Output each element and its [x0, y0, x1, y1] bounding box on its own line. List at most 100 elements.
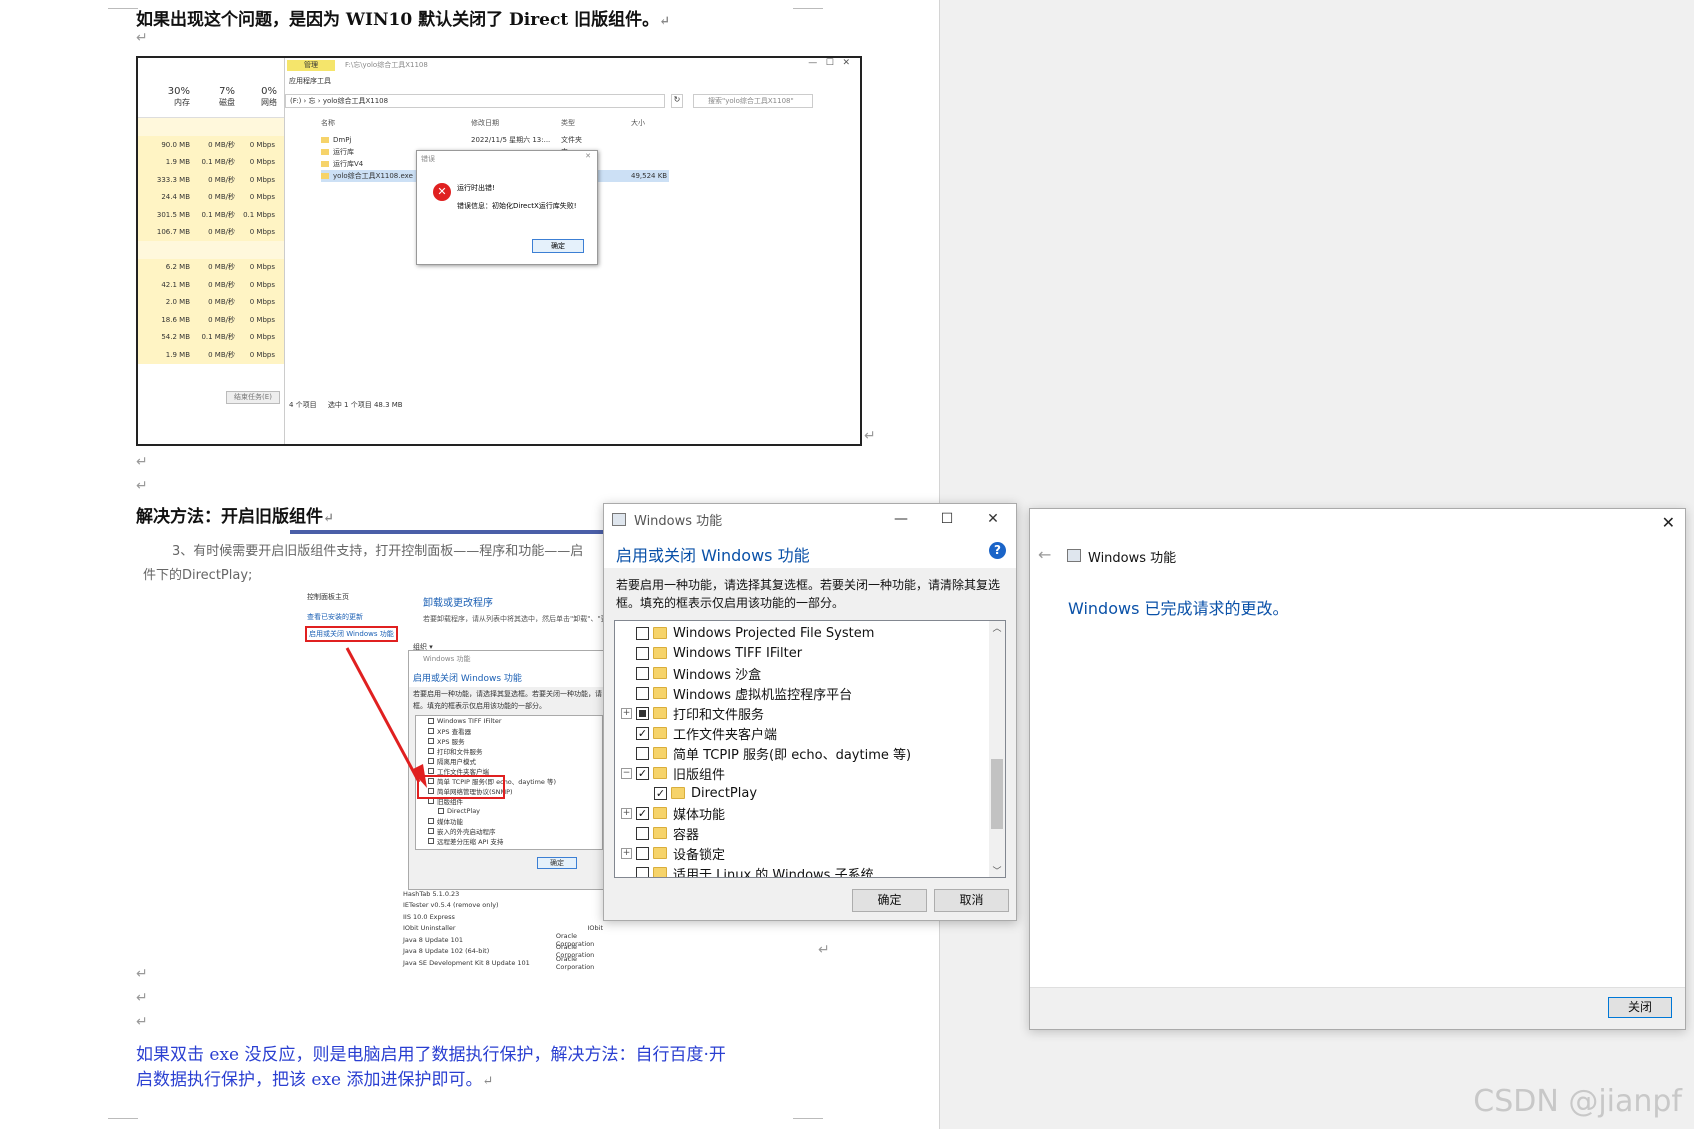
close-icon[interactable]: ✕: [1662, 513, 1675, 532]
feature-checkbox[interactable]: [636, 666, 649, 680]
back-arrow-icon[interactable]: ←: [1038, 545, 1051, 564]
tm-row[interactable]: 54.2 MB 0.1 MB/秒 0 Mbps: [138, 328, 284, 346]
folder-icon: [653, 687, 667, 699]
tm-row[interactable]: 6.2 MB 0 MB/秒 0 Mbps: [138, 258, 284, 276]
feature-item[interactable]: + 打印和文件服务: [615, 703, 985, 723]
feature-item[interactable]: Windows TIFF IFilter: [615, 643, 985, 663]
feature-checkbox[interactable]: [636, 826, 649, 840]
close-icon[interactable]: ✕: [585, 152, 591, 160]
folder-icon: [653, 747, 667, 759]
feature-label: 工作文件夹客户端: [673, 727, 778, 743]
tm-row[interactable]: 2.0 MB 0 MB/秒 0 Mbps: [138, 293, 284, 311]
feature-item[interactable]: 适用于 Linux 的 Windows 子系统: [615, 863, 985, 877]
file-row[interactable]: DmPj 2022/11/5 星期六 13:... 文件夹: [321, 134, 669, 146]
end-task-button[interactable]: 结束任务(E): [226, 391, 280, 404]
feature-label: Windows 虚拟机监控程序平台: [673, 687, 853, 703]
feature-item[interactable]: + 设备锁定: [615, 843, 985, 863]
tm-row[interactable]: 24.4 MB 0 MB/秒 0 Mbps: [138, 188, 284, 206]
feature-item[interactable]: Windows 沙盒: [615, 663, 985, 683]
window-controls[interactable]: — ☐ ✕: [808, 58, 850, 68]
tm-cell: 0 MB/秒: [208, 315, 235, 324]
completion-message: Windows 已完成请求的更改。: [1068, 599, 1289, 618]
solution-heading: 解决方法：开启旧版组件↵: [136, 507, 334, 527]
folder-icon: [321, 137, 329, 143]
program-publisher: Oracle Corporation: [555, 954, 595, 971]
paragraph-mark: ↵: [136, 30, 148, 46]
folder-icon: [653, 647, 667, 659]
feature-checkbox[interactable]: [636, 846, 649, 860]
tm-row[interactable]: 90.0 MB 0 MB/秒 0 Mbps: [138, 136, 284, 154]
tm-row[interactable]: [138, 241, 284, 259]
close-button[interactable]: ✕: [970, 511, 1016, 527]
tm-row[interactable]: 1.9 MB 0.1 MB/秒 0 Mbps: [138, 153, 284, 171]
feature-item[interactable]: + ✓ 媒体功能: [615, 803, 985, 823]
program-row[interactable]: IETester v0.5.4 (remove only): [403, 900, 603, 912]
tab-manage[interactable]: 管理: [287, 60, 335, 71]
tm-row[interactable]: 301.5 MB 0.1 MB/秒 0.1 Mbps: [138, 206, 284, 224]
search-input[interactable]: 搜索"yolo综合工具X1108": [693, 94, 813, 108]
tm-row[interactable]: 106.7 MB 0 MB/秒 0 Mbps: [138, 223, 284, 241]
collapse-icon[interactable]: −: [621, 767, 632, 779]
feature-checkbox[interactable]: [636, 746, 649, 760]
tab-apptools[interactable]: 应用程序工具: [289, 76, 331, 86]
feature-label: Windows Projected File System: [673, 625, 875, 641]
file-name: DmPj: [333, 136, 352, 144]
features-scrollbar[interactable]: ︿ ﹀: [989, 621, 1005, 877]
features-complete-dialog: ✕ ← Windows 功能 Windows 已完成请求的更改。 关闭: [1029, 508, 1686, 1030]
feature-checkbox[interactable]: [636, 626, 649, 640]
tm-row[interactable]: 42.1 MB 0 MB/秒 0 Mbps: [138, 276, 284, 294]
tm-cell: 0 MB/秒: [208, 193, 235, 202]
program-name: IIS 10.0 Express: [403, 912, 455, 921]
feature-item[interactable]: − ✓ 旧版组件: [615, 763, 985, 783]
feature-label: DirectPlay: [691, 785, 758, 801]
paragraph-mark: ↵: [136, 990, 148, 1006]
folder-icon: [653, 767, 667, 779]
features-tree[interactable]: Windows Projected File System Windows TIF…: [614, 620, 1006, 878]
address-bar[interactable]: (F:) › 忘 › yolo综合工具X1108: [285, 94, 665, 108]
scroll-thumb[interactable]: [991, 759, 1003, 829]
refresh-icon[interactable]: ↻: [671, 94, 683, 108]
expand-icon[interactable]: +: [621, 807, 632, 819]
program-name: Java SE Development Kit 8 Update 101: [403, 958, 530, 967]
feature-checkbox[interactable]: [636, 646, 649, 660]
minimize-button[interactable]: —: [878, 511, 924, 527]
tm-cell: 0 Mbps: [249, 263, 275, 272]
folder-icon: [653, 667, 667, 679]
cancel-button[interactable]: 取消: [934, 889, 1009, 912]
feature-item[interactable]: 容器: [615, 823, 985, 843]
features-description: 若要启用一种功能，请选择其复选框。若要关闭一种功能，请清除其复选 框。填充的框表…: [616, 578, 1001, 610]
tm-cell: 301.5 MB: [156, 210, 190, 219]
program-row[interactable]: Java SE Development Kit 8 Update 101 Orac…: [403, 954, 603, 971]
feature-checkbox[interactable]: ✓: [636, 726, 649, 740]
feature-checkbox[interactable]: [636, 686, 649, 700]
error-line2: 错误信息：初始化DirectX运行库失败!: [457, 202, 577, 210]
feature-checkbox[interactable]: ✓: [636, 806, 649, 820]
features-title: Windows 功能: [634, 513, 723, 529]
feature-item[interactable]: 简单 TCPIP 服务(即 echo、daytime 等): [615, 743, 985, 763]
program-row[interactable]: IIS 10.0 Express: [403, 911, 603, 923]
features-heading: 启用或关闭 Windows 功能: [616, 546, 810, 565]
feature-checkbox[interactable]: [636, 706, 649, 720]
feature-checkbox[interactable]: ✓: [654, 786, 667, 800]
ok-button[interactable]: 确定: [852, 889, 927, 912]
feature-checkbox[interactable]: ✓: [636, 766, 649, 780]
expand-icon[interactable]: +: [621, 847, 632, 859]
tm-row[interactable]: 1.9 MB 0 MB/秒 0 Mbps: [138, 346, 284, 364]
close-button[interactable]: 关闭: [1608, 997, 1672, 1018]
scroll-up-icon[interactable]: ︿: [989, 621, 1005, 634]
folder-icon: [653, 807, 667, 819]
feature-item[interactable]: ✓ 工作文件夹客户端: [615, 723, 985, 743]
error-ok-button[interactable]: 确定: [532, 239, 584, 253]
feature-item[interactable]: Windows Projected File System: [615, 623, 985, 643]
feature-checkbox[interactable]: [636, 866, 649, 877]
help-icon[interactable]: ?: [989, 542, 1006, 559]
tm-row[interactable]: 333.3 MB 0 MB/秒 0 Mbps: [138, 171, 284, 189]
maximize-button[interactable]: ☐: [924, 511, 970, 527]
scroll-down-icon[interactable]: ﹀: [989, 864, 1005, 877]
program-row[interactable]: HashTab 5.1.0.23: [403, 888, 603, 900]
feature-item[interactable]: Windows 虚拟机监控程序平台: [615, 683, 985, 703]
tm-row[interactable]: 18.6 MB 0 MB/秒 0 Mbps: [138, 311, 284, 329]
expand-icon[interactable]: +: [621, 707, 632, 719]
file-type: 文件夹: [561, 136, 582, 144]
feature-item[interactable]: ✓ DirectPlay: [615, 783, 985, 803]
